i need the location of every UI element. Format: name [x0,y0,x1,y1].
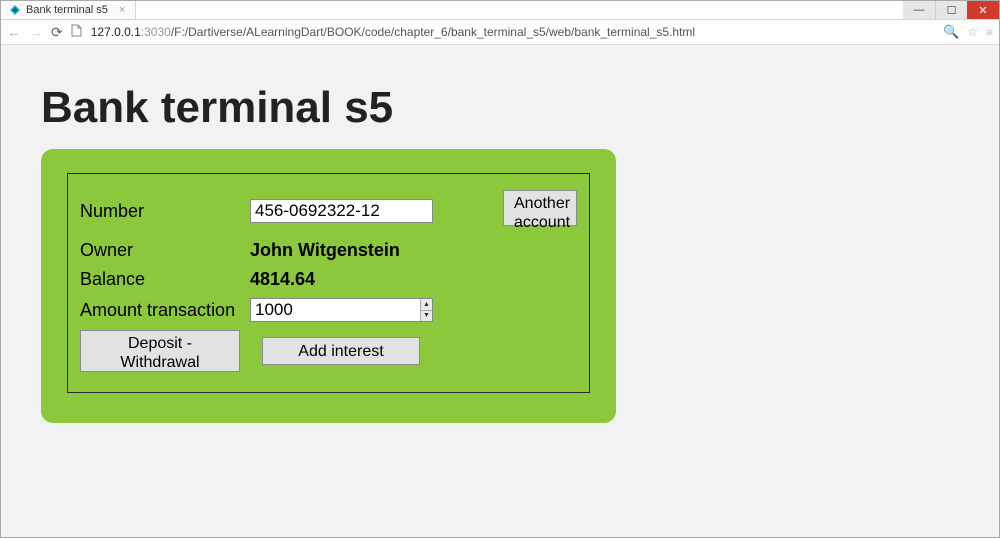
nav-forward-icon[interactable]: → [29,25,43,39]
window-minimize-button[interactable]: — [903,1,935,19]
spinner-down-icon[interactable]: ▼ [421,311,432,322]
bank-form-panel: Number Another account Owner John Witgen… [67,173,590,393]
add-interest-button[interactable]: Add interest [262,337,420,365]
browser-address-bar: ← → ⟳ 127.0.0.1:3030/F:/Dartiverse/ALear… [1,20,999,45]
dart-favicon [9,4,21,16]
url-host: 127.0.0.1 [91,25,141,39]
page-viewport: Bank terminal s5 Number Another account … [1,45,999,537]
label-number: Number [78,186,248,236]
label-amount: Amount transaction [78,294,248,326]
label-balance: Balance [78,265,248,294]
bank-card: Number Another account Owner John Witgen… [41,149,616,423]
account-number-input[interactable] [250,199,433,223]
another-account-button[interactable]: Another account [503,190,577,226]
spinner-up-icon[interactable]: ▲ [421,299,432,311]
tab-title: Bank terminal s5 [26,4,108,16]
page-title: Bank terminal s5 [41,83,959,133]
deposit-withdrawal-button[interactable]: Deposit - Withdrawal [80,330,240,372]
window-maximize-button[interactable]: ☐ [935,1,967,19]
page-icon [71,24,83,40]
amount-spinner[interactable]: ▲ ▼ [420,299,432,321]
bookmark-icon[interactable]: ☆ [967,25,978,39]
menu-icon[interactable]: ≡ [986,25,993,39]
search-icon[interactable]: 🔍 [943,24,959,40]
nav-back-icon[interactable]: ← [7,25,21,39]
url-port: :3030 [141,25,171,39]
owner-value: John Witgenstein [248,236,579,265]
balance-value: 4814.64 [248,265,579,294]
browser-tab[interactable]: Bank terminal s5 × [1,1,136,19]
tab-close-icon[interactable]: × [119,4,125,16]
window-close-button[interactable]: ✕ [967,1,999,19]
label-owner: Owner [78,236,248,265]
window-titlebar: Bank terminal s5 × — ☐ ✕ [1,1,999,20]
url-display[interactable]: 127.0.0.1:3030/F:/Dartiverse/ALearningDa… [91,25,935,39]
reload-icon[interactable]: ⟳ [51,25,63,39]
amount-input[interactable] [250,298,433,322]
url-path: /F:/Dartiverse/ALearningDart/BOOK/code/c… [171,25,695,39]
